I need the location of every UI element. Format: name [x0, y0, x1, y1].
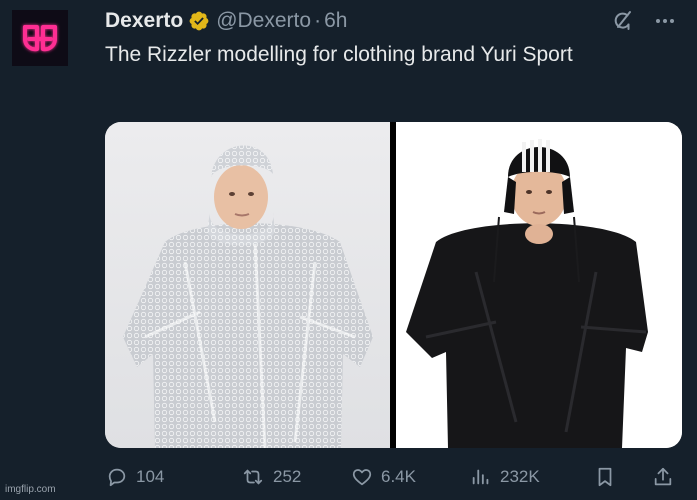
post-header: Dexerto @Dexerto · 6h — [105, 6, 347, 36]
reply-count: 104 — [136, 467, 165, 486]
post-text: The Rizzler modelling for clothing brand… — [105, 43, 573, 66]
like-button[interactable]: 6.4K — [351, 460, 416, 494]
photo-bubble-wrap-outfit[interactable] — [105, 122, 390, 448]
reply-button[interactable]: 104 — [106, 460, 164, 494]
views-chart-icon — [472, 469, 489, 485]
views-button[interactable]: 232K — [470, 460, 540, 494]
reply-icon — [108, 468, 126, 487]
heart-icon — [352, 469, 372, 486]
dexerto-logo-icon — [12, 10, 68, 66]
author-handle[interactable]: @Dexerto — [216, 9, 311, 33]
repost-count: 252 — [273, 467, 302, 486]
separator-dot: · — [314, 9, 322, 32]
watermark: imgflip.com — [5, 484, 56, 495]
share-button[interactable] — [652, 460, 682, 494]
bookmark-icon — [598, 467, 612, 487]
views-count: 232K — [500, 467, 540, 486]
grok-icon[interactable] — [611, 9, 635, 33]
author-name[interactable]: Dexerto — [105, 9, 183, 33]
action-bar: 104 252 6.4K 232K — [0, 460, 697, 494]
like-count: 6.4K — [381, 467, 416, 486]
repost-icon — [243, 469, 263, 485]
bookmark-button[interactable] — [594, 460, 624, 494]
avatar[interactable] — [12, 10, 68, 66]
photo-black-hoodie-outfit[interactable] — [396, 122, 682, 448]
repost-button[interactable]: 252 — [241, 460, 301, 494]
share-icon — [654, 467, 672, 486]
post-timestamp[interactable]: 6h — [324, 9, 347, 33]
more-options-icon[interactable] — [652, 9, 678, 33]
verified-badge-icon — [188, 10, 210, 32]
post-media[interactable] — [105, 122, 682, 448]
